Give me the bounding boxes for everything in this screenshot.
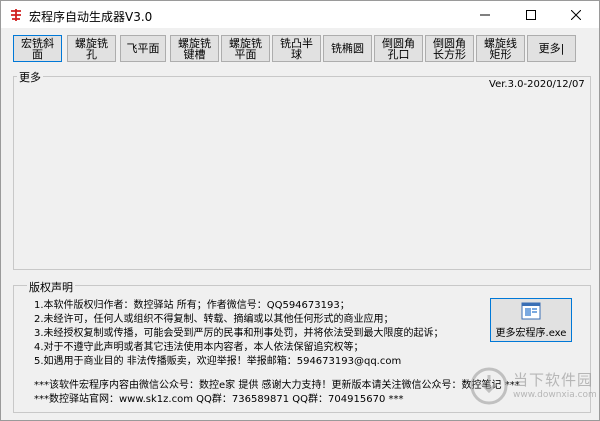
more-group-box: [13, 76, 591, 270]
footer-line-1: ***该软件宏程序内容由微信公众号：数控e家 提供 感谢大力支持！更新版本请关注…: [34, 380, 520, 391]
helical-keyway-button[interactable]: 螺旋铣 键槽: [170, 35, 219, 62]
close-button[interactable]: [553, 1, 599, 28]
fly-plane-button[interactable]: 飞平面: [120, 35, 166, 62]
app-window: 宏程序自动生成器V3.0 宏铣斜面 螺旋铣孔 飞平面 螺旋铣 键槽 螺旋铣 平面…: [0, 0, 600, 421]
minimize-button[interactable]: [462, 1, 508, 28]
exe-button-label: 更多宏程序.exe: [495, 328, 567, 339]
copyright-line-1: 1.本软件版权归作者：数控驿站 所有；作者微信号：QQ594673193；: [34, 300, 350, 311]
close-icon: [571, 9, 581, 20]
copyright-line-2: 2.未经许可，任何人或组织不得复制、转载、摘编或以其他任何形式的商业应用；: [34, 314, 394, 325]
helical-plane-button[interactable]: 螺旋铣 平面: [221, 35, 270, 62]
footer-line-2: ***数控驿站官网：www.sk1z.com QQ群：736589871 QQ群…: [34, 394, 404, 405]
fillet-hole-button[interactable]: 倒圆角 孔口: [374, 35, 423, 62]
helical-rectangle-button[interactable]: 螺旋线 矩形: [476, 35, 525, 62]
watermark-title: 当下软件园: [513, 371, 594, 389]
watermark-logo-icon: [470, 367, 508, 405]
copyright-line-5: 5.如遇用于商业目的 非法传播贩卖，欢迎举报！举报邮箱：594673193@qq…: [34, 356, 402, 367]
copyright-group-label: 版权声明: [27, 279, 75, 295]
watermark: 当下软件园 www.downxia.com: [469, 366, 597, 406]
more-button[interactable]: 更多|: [527, 35, 576, 62]
copyright-line-4: 4.对于不遵守此声明或者其它违法使用本内容者，本人依法保留追究权等；: [34, 342, 364, 353]
convex-hemisphere-button[interactable]: 铣凸半球: [272, 35, 321, 62]
window-title: 宏程序自动生成器V3.0: [29, 10, 153, 24]
exe-file-icon: [521, 302, 541, 320]
ellipse-milling-button[interactable]: 铣椭圆: [323, 35, 372, 62]
copyright-line-3: 3.未经授权复制或传播，可能会受到严厉的民事和刑事处罚，并将依法受到最大限度的起…: [34, 328, 444, 339]
app-logo-icon: [9, 8, 23, 22]
more-group-label: 更多: [17, 69, 43, 85]
helical-hole-button[interactable]: 螺旋铣孔: [67, 35, 116, 62]
version-label: Ver.3.0-2020/12/07: [489, 79, 585, 90]
maximize-icon: [526, 9, 536, 20]
watermark-url: www.downxia.com: [513, 390, 597, 400]
title-bar[interactable]: 宏程序自动生成器V3.0: [1, 1, 599, 28]
more-macros-exe-button[interactable]: 更多宏程序.exe: [490, 298, 572, 342]
fillet-rectangle-button[interactable]: 倒圆角 长方形: [425, 35, 474, 62]
minimize-icon: [480, 14, 490, 15]
bevel-milling-button[interactable]: 宏铣斜面: [13, 35, 62, 62]
maximize-button[interactable]: [508, 1, 554, 28]
